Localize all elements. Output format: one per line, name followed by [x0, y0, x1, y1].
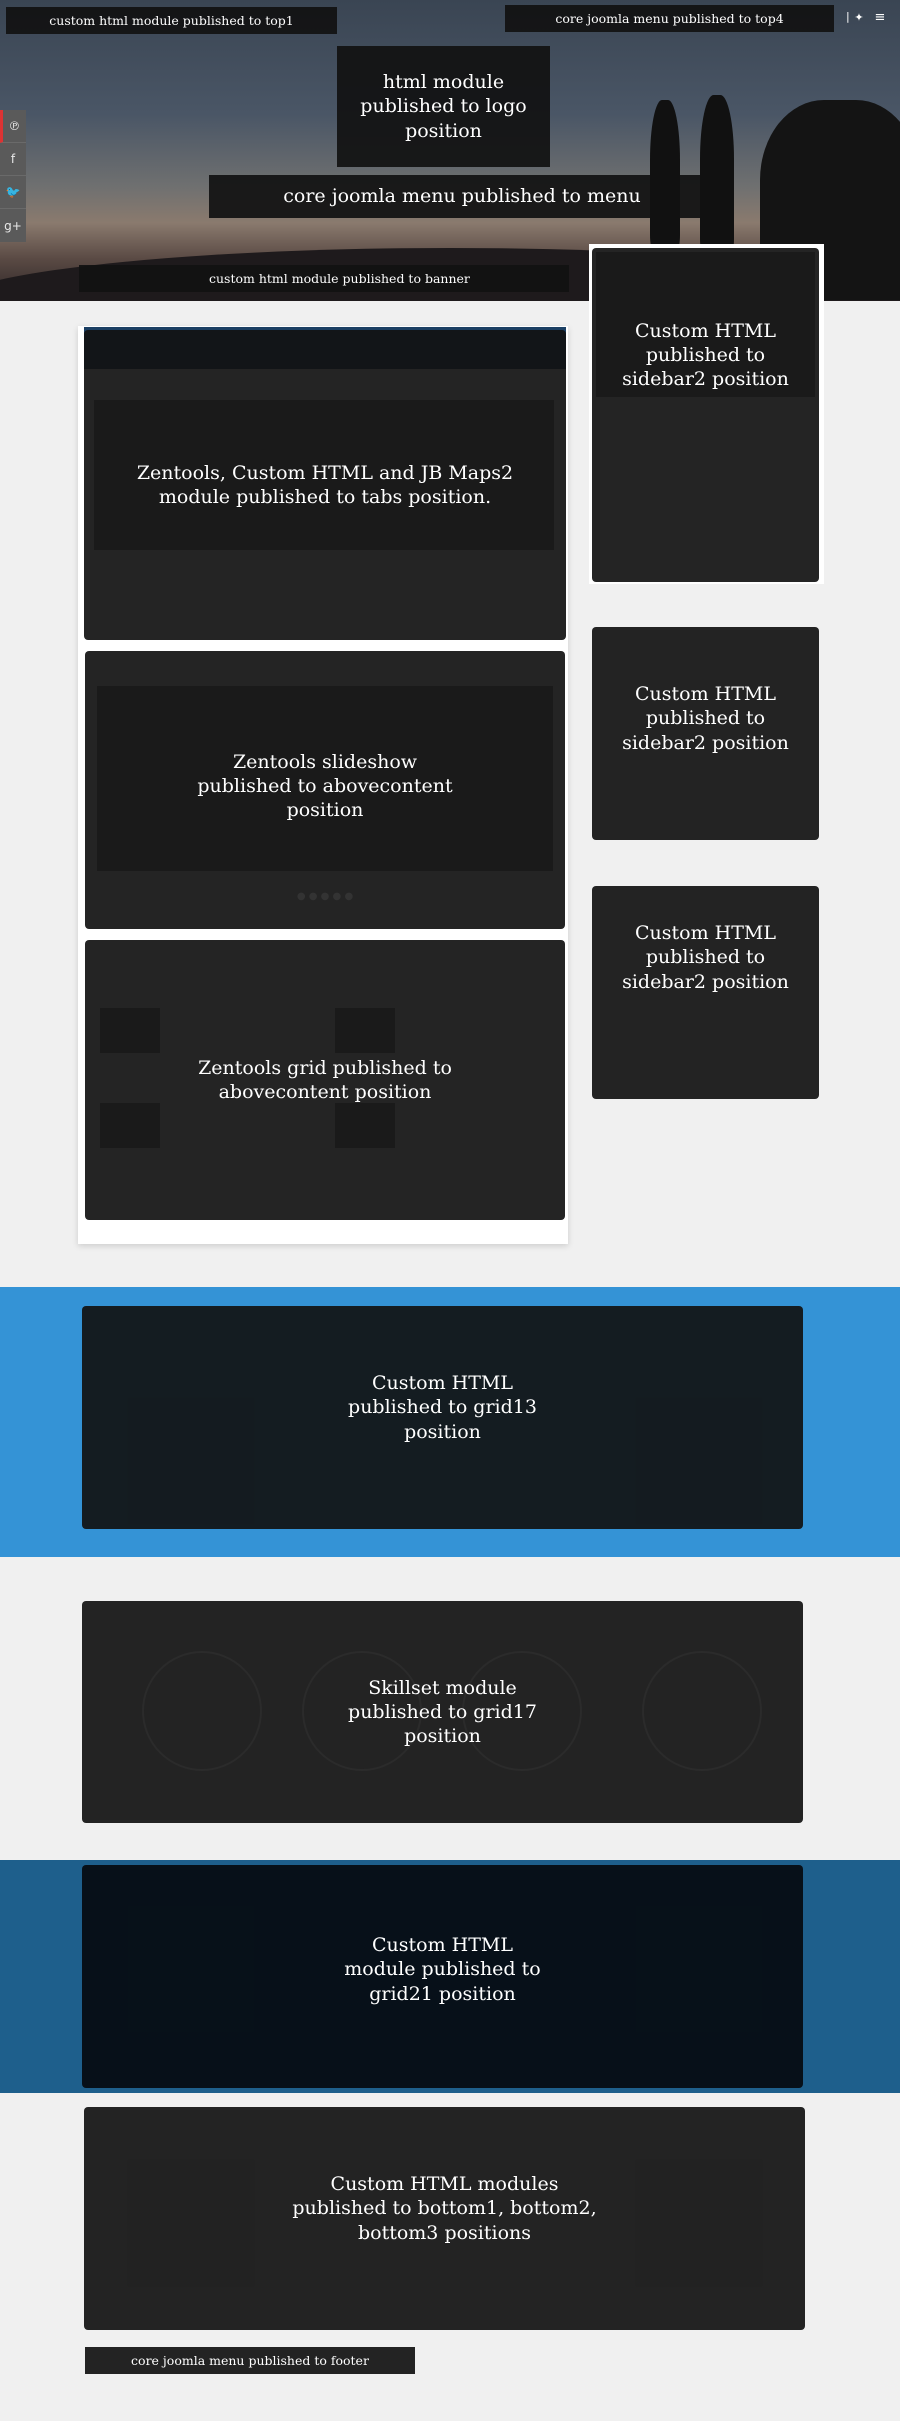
grid-module-label: Zentools grid published to abovecontent … [198, 1056, 452, 1103]
grid21-module: Custom HTML module published to grid21 p… [82, 1865, 803, 2088]
bottom-modules-label: Custom HTML modules published to bottom1… [292, 2173, 597, 2244]
hamburger-icon[interactable]: ≡ [872, 10, 888, 26]
plus-icon[interactable]: ✦ [852, 11, 866, 27]
grid21-module-label: Custom HTML module published to grid21 p… [344, 1934, 541, 2005]
tabs-module[interactable]: Zentools, Custom HTML and JB Maps2 modul… [84, 330, 566, 640]
top1-module-label: custom html module published to top1 [49, 13, 294, 28]
sidebar2-module-1-label: Custom HTML published to sidebar2 positi… [622, 319, 789, 391]
top1-module: custom html module published to top1 [6, 7, 337, 34]
skill-gauge [142, 1651, 262, 1771]
google-plus-icon[interactable]: g+ [0, 209, 26, 242]
sidebar2-module-3[interactable]: Custom HTML published to sidebar2 positi… [592, 886, 819, 1099]
sidebar2-module-3-label: Custom HTML published to sidebar2 positi… [622, 922, 789, 993]
grid13-module: Custom HTML published to grid13 position [82, 1306, 803, 1529]
banner-module: custom html module published to banner [79, 265, 569, 292]
grid17-module: Skillset module published to grid17 posi… [82, 1601, 803, 1823]
top4-menu-label: core joomla menu published to top4 [555, 11, 784, 26]
tabs-module-label: Zentools, Custom HTML and JB Maps2 modul… [136, 461, 514, 508]
facebook-icon[interactable]: f [0, 143, 26, 176]
main-menu[interactable]: core joomla menu published to menu [209, 175, 715, 218]
sidebar2-module-2-label: Custom HTML published to sidebar2 positi… [622, 683, 789, 754]
footer-menu-label: core joomla menu published to footer [131, 2353, 369, 2368]
grid-thumb [100, 1103, 160, 1148]
sidebar2-module-1[interactable]: Custom HTML published to sidebar2 positi… [592, 248, 819, 582]
slideshow-module[interactable]: ● ● ● ● ● Zentools slideshow published t… [85, 651, 565, 929]
slideshow-dots[interactable]: ● ● ● ● ● [270, 891, 380, 902]
skill-gauge [642, 1651, 762, 1771]
slideshow-module-label: Zentools slideshow published to abovecon… [197, 750, 453, 822]
grid17-module-label: Skillset module published to grid17 posi… [348, 1676, 537, 1748]
footer-menu[interactable]: core joomla menu published to footer [85, 2347, 415, 2374]
social-links-bar: ℗ f 🐦 g+ [0, 110, 26, 242]
grid13-module-label: Custom HTML published to grid13 position [348, 1372, 537, 1443]
pinterest-icon[interactable]: ℗ [0, 110, 26, 143]
top4-menu[interactable]: core joomla menu published to top4 [505, 5, 834, 32]
banner-module-label: custom html module published to banner [209, 271, 470, 286]
twitter-icon[interactable]: 🐦 [0, 176, 26, 209]
logo-module-label: html module published to logo position [360, 71, 527, 142]
bottom-modules: Custom HTML modules published to bottom1… [84, 2107, 805, 2330]
grid-thumb [335, 1008, 395, 1053]
grid-module[interactable]: Zentools grid published to abovecontent … [85, 940, 565, 1220]
logo-module[interactable]: html module published to logo position [337, 46, 550, 167]
grid-thumb [100, 1008, 160, 1053]
main-menu-label: core joomla menu published to menu [283, 185, 641, 208]
grid-thumb [335, 1103, 395, 1148]
sidebar2-module-2[interactable]: Custom HTML published to sidebar2 positi… [592, 627, 819, 840]
